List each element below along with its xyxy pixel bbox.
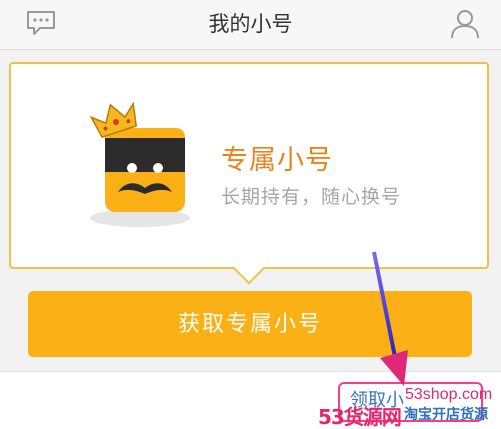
- crowned-mustache-mascot-icon: [89, 101, 190, 227]
- watermark-tagline: 淘宝开店货源: [404, 407, 488, 423]
- top-bar: 我的小号: [0, 0, 501, 50]
- user-icon[interactable]: [449, 7, 481, 39]
- promo-subtitle: 长期持有，随心换号: [221, 186, 402, 208]
- watermark-brand: 53货源网: [318, 405, 402, 429]
- page-title: 我的小号: [208, 12, 293, 36]
- watermark-url: 53shop.com: [405, 386, 493, 403]
- annotation-arrow-icon: [372, 251, 408, 386]
- promo-title: 专属小号: [221, 145, 333, 176]
